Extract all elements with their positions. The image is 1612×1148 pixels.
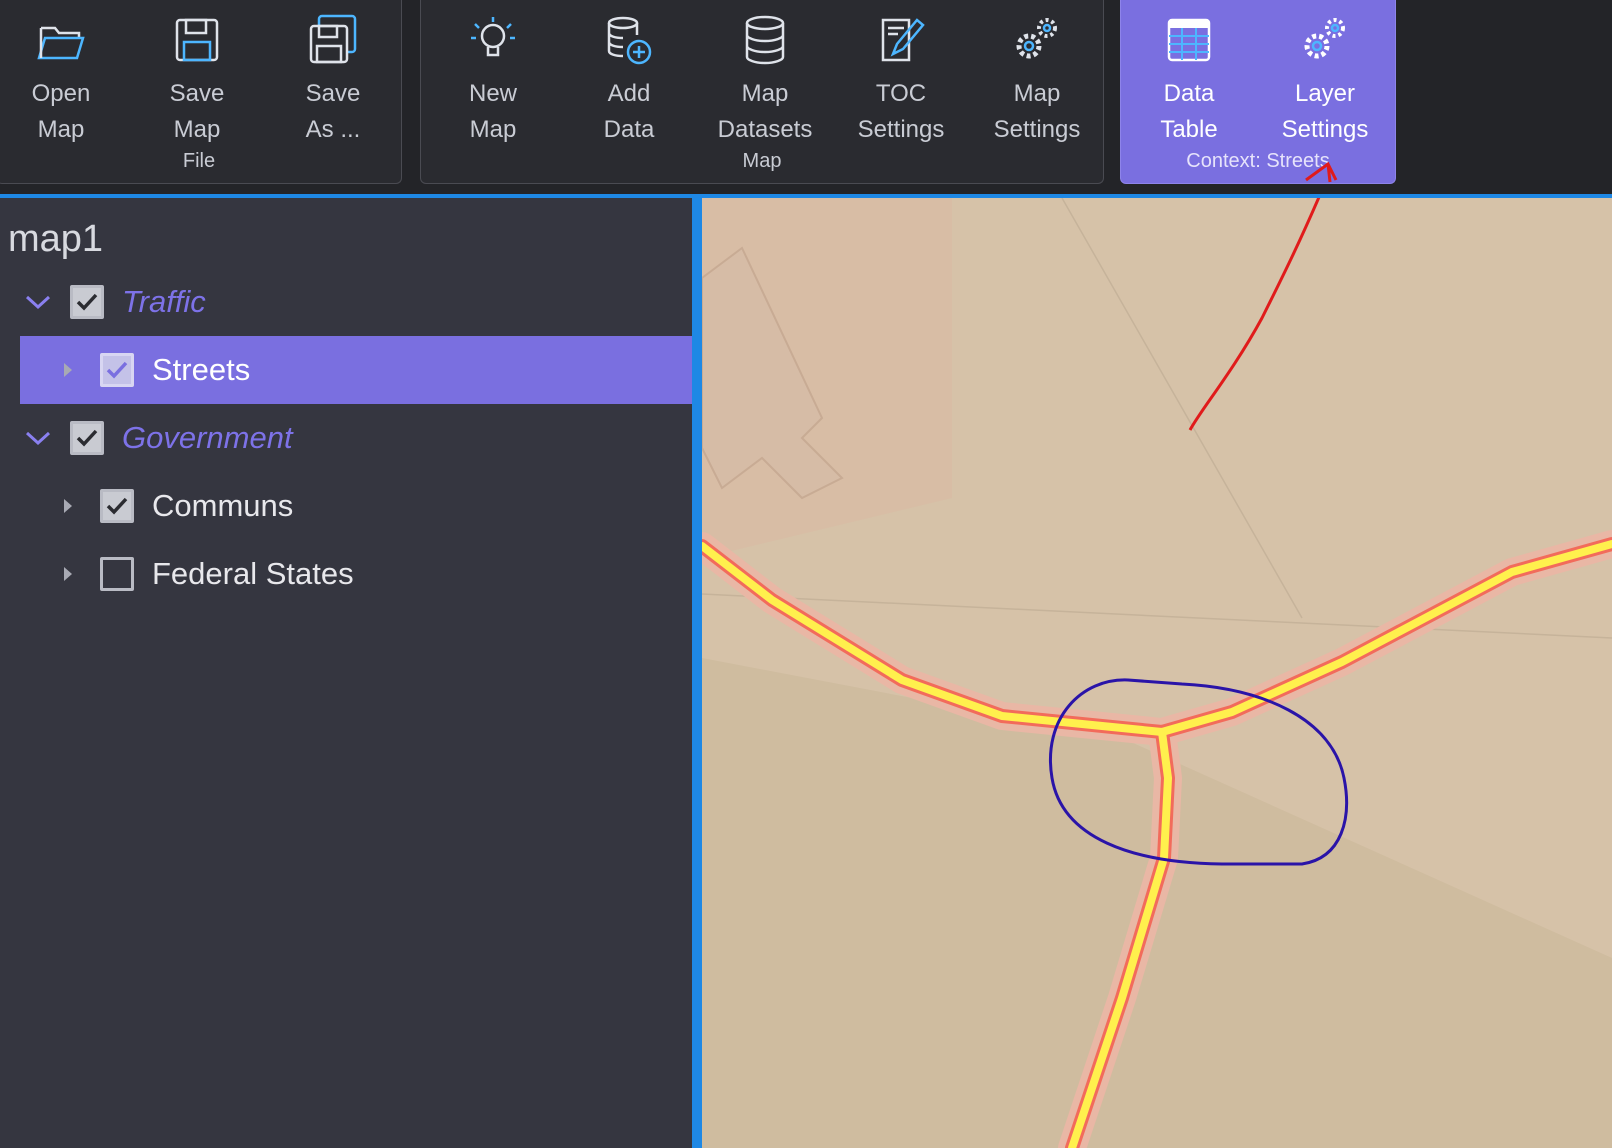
new-map-label-2: Map <box>469 116 517 143</box>
toc-group-label: Government <box>122 420 293 455</box>
toc-layer-federal-states[interactable]: Federal States <box>20 540 692 608</box>
file-group: Open Map Save Map Save As ... File <box>0 0 402 184</box>
lightbulb-icon <box>471 17 515 57</box>
save-map-label-2: Map <box>173 116 221 143</box>
data-table-label-2: Table <box>1160 116 1218 143</box>
database-icon <box>745 15 785 65</box>
gears-icon <box>1304 18 1345 59</box>
map-name: map1 <box>8 218 104 260</box>
toc-group-traffic[interactable]: Traffic <box>20 268 692 336</box>
checkbox[interactable] <box>100 353 134 387</box>
toc-settings-label-2: Settings <box>857 116 945 143</box>
context-group: Data Table Layer Settings Context: Stree… <box>1120 0 1396 184</box>
toc-layer-label: Federal States <box>152 556 354 591</box>
map-view[interactable] <box>702 198 1612 1148</box>
table-of-contents-panel: map1 Traffic Streets Government Communs … <box>0 198 692 1148</box>
expand-arrow-icon[interactable] <box>64 567 72 581</box>
save-map-button[interactable]: Save Map <box>133 14 261 154</box>
toc-layer-label: Streets <box>152 352 251 387</box>
toc-settings-button[interactable]: TOC Settings <box>837 14 965 154</box>
add-data-label-2: Data <box>603 116 655 143</box>
toc-group-government[interactable]: Government <box>20 404 692 472</box>
open-map-button[interactable]: Open Map <box>0 14 125 154</box>
map-canvas[interactable] <box>702 198 1612 1148</box>
new-map-label-1: New <box>468 80 517 107</box>
database-add-icon <box>607 16 652 65</box>
toc-layer-streets[interactable]: Streets <box>20 336 692 404</box>
map-group: New Map Add Data Map Datasets TOC Settin… <box>420 0 1104 184</box>
open-map-label-2: Map <box>37 116 85 143</box>
add-data-button[interactable]: Add Data <box>565 14 693 154</box>
save-as-label-2: As ... <box>305 116 361 143</box>
expand-arrow-icon[interactable] <box>64 499 72 513</box>
save-icon <box>175 18 219 62</box>
data-table-label-1: Data <box>1163 80 1215 107</box>
save-as-icon <box>309 14 357 64</box>
expand-arrow-icon[interactable] <box>64 363 72 377</box>
annotation-arrow-head <box>1305 161 1338 183</box>
file-group-label: File <box>182 150 216 172</box>
checkbox[interactable] <box>70 285 104 319</box>
new-map-button[interactable]: New Map <box>429 14 557 154</box>
checkbox[interactable] <box>100 489 134 523</box>
map-datasets-button[interactable]: Map Datasets <box>701 14 829 154</box>
save-as-label-1: Save <box>305 80 361 107</box>
data-table-button[interactable]: Data Table <box>1125 14 1253 154</box>
add-data-label-1: Add <box>607 80 651 107</box>
save-as-button[interactable]: Save As ... <box>269 14 397 154</box>
ribbon-toolbar: Open Map Save Map Save As ... File New M… <box>0 0 1612 194</box>
toc-settings-label-1: TOC <box>875 80 927 107</box>
layer-settings-label-1: Layer <box>1294 80 1356 107</box>
layer-settings-button[interactable]: Layer Settings <box>1261 14 1389 154</box>
map-settings-button[interactable]: Map Settings <box>973 14 1101 154</box>
map-settings-label-1: Map <box>1013 80 1061 107</box>
chevron-down-icon[interactable] <box>20 430 56 446</box>
map-datasets-label-2: Datasets <box>717 116 813 143</box>
gears-icon <box>1016 18 1057 59</box>
folder-open-icon <box>37 26 85 60</box>
save-map-label-1: Save <box>169 80 225 107</box>
map-group-label: Map <box>742 150 782 172</box>
toc-layer-label: Communs <box>152 488 294 523</box>
panel-splitter[interactable] <box>692 198 702 1148</box>
open-map-label-1: Open <box>31 80 91 107</box>
map-datasets-label-1: Map <box>741 80 789 107</box>
checkbox[interactable] <box>70 421 104 455</box>
chevron-down-icon[interactable] <box>20 294 56 310</box>
toc-group-label: Traffic <box>122 284 206 319</box>
layer-settings-label-2: Settings <box>1281 116 1369 143</box>
map-settings-label-2: Settings <box>993 116 1081 143</box>
toc-layer-communs[interactable]: Communs <box>20 472 692 540</box>
table-icon <box>1167 18 1211 62</box>
edit-document-icon <box>881 18 925 62</box>
checkbox[interactable] <box>100 557 134 591</box>
